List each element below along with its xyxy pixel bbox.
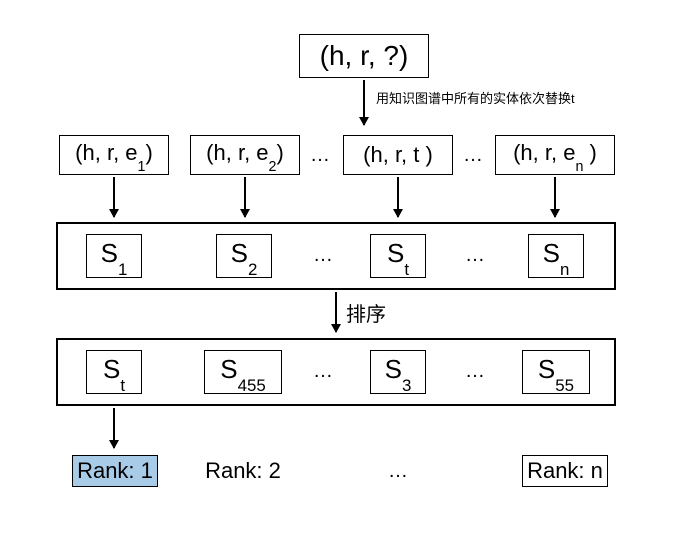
arrow-e2-s2: [244, 177, 246, 217]
triple-e1: (h, r, e1): [75, 140, 153, 169]
arrow-t-st: [397, 177, 399, 217]
score-sn: Sn: [528, 234, 584, 278]
query-triple-box: (h, r, ?): [299, 34, 429, 78]
rank-2-box: Rank: 2: [200, 455, 286, 487]
triple-box-e2: (h, r, e2): [190, 135, 300, 175]
query-triple-text: (h, r, ?): [320, 40, 409, 72]
score-s1: S1: [86, 234, 142, 278]
dots-triples-1: …: [310, 144, 332, 167]
dots-triples-2: …: [463, 144, 485, 167]
sorted-score-2: S455: [204, 350, 282, 394]
score-s2: S2: [216, 234, 272, 278]
rank-1-box: Rank: 1: [72, 455, 158, 487]
arrow-rank1: [113, 408, 115, 448]
triple-box-t: (h, r, t ): [343, 135, 453, 175]
score-st: St: [370, 234, 426, 278]
arrow-en-sn: [554, 177, 556, 217]
triple-box-e1: (h, r, e1): [59, 135, 169, 175]
rank-n-text: Rank: n: [527, 458, 603, 484]
rank-1-text: Rank: 1: [77, 458, 153, 484]
dots-ranks: …: [388, 460, 410, 483]
sorted-score-1: St: [86, 350, 142, 394]
triple-box-en: (h, r, en ): [495, 135, 615, 175]
triple-e2: (h, r, e2): [206, 140, 284, 169]
triple-en: (h, r, en ): [513, 140, 597, 169]
arrow-query-to-triples: [363, 80, 365, 125]
sorted-score-4: S55: [522, 350, 590, 394]
sort-label: 排序: [346, 298, 386, 327]
dots-row1-2: …: [465, 244, 487, 267]
rank-n-box: Rank: n: [522, 455, 608, 487]
sort-label-text: 排序: [346, 298, 386, 327]
triple-t: (h, r, t ): [363, 142, 433, 168]
sorted-score-3: S3: [370, 350, 426, 394]
replace-note: 用知识图谱中所有的实体依次替换t: [376, 88, 576, 107]
arrow-e1-s1: [113, 177, 115, 217]
dots-row1-1: …: [313, 244, 335, 267]
dots-row2-1: …: [313, 360, 335, 383]
arrow-sort: [335, 292, 337, 332]
replace-note-text: 用知识图谱中所有的实体依次替换t: [376, 88, 575, 107]
dots-row2-2: …: [465, 360, 487, 383]
rank-2-text: Rank: 2: [205, 458, 281, 484]
